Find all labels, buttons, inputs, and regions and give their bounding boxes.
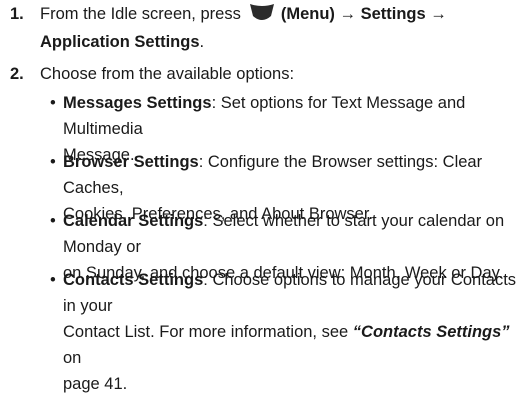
step-1-intro: From the Idle screen, press	[40, 5, 241, 23]
bullet-icon: •	[50, 212, 56, 230]
page-reference: page 41.	[63, 375, 128, 393]
option-description: on	[63, 349, 82, 367]
option-title: Contacts Settings	[63, 271, 204, 289]
step-text: Choose from the available options:	[40, 65, 295, 83]
step-text: From the Idle screen, press (Menu) → Set…	[40, 2, 520, 26]
cross-reference-link[interactable]: “Contacts Settings”	[353, 323, 510, 341]
menu-label: (Menu)	[280, 5, 335, 23]
bullet-icon: •	[50, 94, 56, 112]
menu-key-icon	[249, 4, 274, 20]
arrow: →	[430, 5, 447, 23]
period: .	[199, 33, 205, 51]
step-number: 2.	[10, 65, 24, 83]
option-title: Browser Settings	[63, 153, 199, 171]
arrow: →	[339, 5, 357, 23]
option-title: Messages Settings	[63, 94, 212, 112]
list-item-contacts-settings: • Contacts Settings: Choose options to m…	[50, 267, 525, 397]
option-title: Calendar Settings	[63, 212, 204, 230]
bullet-icon: •	[50, 271, 56, 289]
application-settings-label: Application Settings	[40, 33, 200, 51]
bullet-icon: •	[50, 153, 56, 171]
step-number: 1.	[10, 5, 24, 23]
manual-page: 1. From the Idle screen, press (Menu) → …	[0, 0, 530, 393]
settings-label: Settings	[360, 5, 426, 23]
option-description: Contact List. For more information, see	[63, 323, 353, 341]
